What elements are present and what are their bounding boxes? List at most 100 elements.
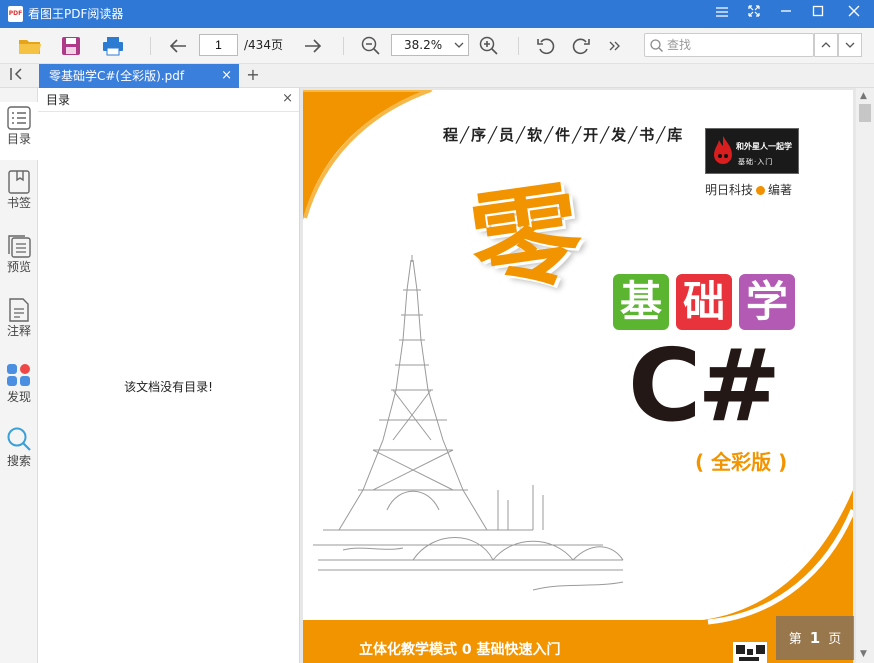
thumbnails-icon: [8, 235, 31, 258]
rail-item-label: 目录: [6, 132, 31, 146]
rail-item-label: 书签: [6, 196, 31, 210]
new-tab-button[interactable]: +: [245, 64, 261, 88]
author-role: 编著: [768, 183, 793, 197]
outline-panel-header: 目录 ×: [38, 88, 299, 112]
zoom-select[interactable]: 38.2%: [391, 34, 469, 56]
chevron-down-icon: [454, 42, 464, 48]
expand-icon: [748, 5, 760, 17]
main-toolbar: /434页 38.2%: [0, 28, 874, 64]
hamburger-icon: [716, 7, 728, 17]
outline-empty-message: 该文档没有目录!: [124, 380, 213, 394]
more-tools-button[interactable]: [602, 33, 628, 59]
rail-item-label: 搜索: [6, 454, 31, 468]
rail-item-search[interactable]: 搜索: [0, 422, 38, 480]
title-char-ling: 零: [462, 166, 590, 311]
rotate-left-button[interactable]: [533, 33, 559, 59]
toolbar-separator: [518, 37, 519, 55]
search-icon: [650, 39, 663, 52]
app-logo-icon: PDF: [8, 6, 23, 22]
eiffel-tower-illustration: [313, 255, 624, 591]
minimize-icon: [781, 10, 791, 12]
fullscreen-button[interactable]: [738, 0, 770, 28]
chevron-up-icon: [821, 42, 831, 48]
publisher-logo-line2: 基础·入门: [738, 158, 774, 166]
folder-icon: [19, 40, 41, 54]
rail-item-discover[interactable]: 发现: [0, 358, 38, 416]
publisher-logo-line1: 和外星人一起学: [736, 142, 792, 151]
title-language: C#: [628, 327, 781, 444]
title-char-xue: 学: [739, 274, 795, 330]
series-title: 程╱序╱员╱软╱件╱开╱发╱书╱库: [443, 126, 685, 144]
previous-page-button[interactable]: [165, 33, 191, 59]
page-number-input[interactable]: [199, 34, 238, 56]
vertical-scrollbar[interactable]: ▲ ▼: [856, 88, 874, 663]
zoom-out-icon: [361, 36, 380, 55]
rail-item-label: 发现: [6, 390, 31, 404]
search-input[interactable]: [667, 36, 807, 54]
edition-label: ( 全彩版 ): [695, 450, 788, 474]
title-char-ji: 基: [613, 274, 669, 330]
rail-item-label: 注释: [6, 324, 31, 338]
close-panel-button[interactable]: ×: [282, 91, 293, 106]
next-page-button[interactable]: [300, 33, 326, 59]
rail-item-annotation[interactable]: 注释: [0, 294, 38, 352]
print-button[interactable]: [100, 33, 126, 59]
pdf-page[interactable]: 程╱序╱员╱软╱件╱开╱发╱书╱库 和外星人一起学 基础·入门 明日科技 编著 零…: [303, 90, 853, 663]
scroll-up-arrow-icon[interactable]: ▲: [860, 91, 867, 101]
page-indicator-prefix: 第: [788, 632, 802, 647]
arrow-left-icon: [169, 39, 186, 53]
document-viewer[interactable]: 程╱序╱员╱软╱件╱开╱发╱书╱库 和外星人一起学 基础·入门 明日科技 编著 零…: [300, 88, 874, 663]
collapse-sidebar-button[interactable]: [9, 67, 29, 85]
close-window-button[interactable]: [838, 0, 870, 28]
minimize-button[interactable]: [770, 0, 802, 28]
open-file-button[interactable]: [17, 33, 43, 59]
bookmark-icon: [8, 170, 30, 194]
page-indicator-suffix: 页: [828, 632, 842, 647]
page-indicator-number: 1: [809, 629, 821, 647]
save-icon: [62, 37, 80, 55]
rotate-right-button[interactable]: [568, 33, 594, 59]
close-icon: [848, 5, 860, 17]
zoom-in-button[interactable]: [476, 33, 502, 59]
annotation-icon: [9, 298, 29, 322]
author-name: 明日科技: [705, 183, 754, 197]
left-rail: 目录 书签 预览 注释 发现 搜索: [0, 88, 38, 663]
arrow-right-icon: [305, 39, 322, 53]
outline-icon: [7, 106, 31, 130]
save-button[interactable]: [58, 33, 84, 59]
maximize-icon: [812, 5, 824, 17]
discover-icon: [7, 364, 30, 386]
document-tab-bar: 零基础学C#(全彩版).pdf × +: [0, 64, 874, 88]
search-box: [644, 33, 814, 57]
search-previous-button[interactable]: [814, 33, 838, 57]
close-tab-button[interactable]: ×: [221, 64, 232, 88]
chevron-down-icon: [845, 42, 855, 48]
search-next-button[interactable]: [838, 33, 862, 57]
scrollbar-thumb[interactable]: [859, 104, 871, 122]
zoom-in-icon: [479, 36, 498, 55]
collapse-left-icon: [10, 68, 22, 80]
author-line: 明日科技 编著: [705, 181, 792, 198]
outline-panel-title: 目录: [46, 93, 71, 107]
document-tab-label: 零基础学C#(全彩版).pdf: [49, 69, 185, 83]
page-total-label: /434页: [244, 38, 283, 52]
rail-item-bookmark[interactable]: 书签: [0, 166, 38, 224]
document-tab[interactable]: 零基础学C#(全彩版).pdf ×: [39, 64, 239, 88]
zoom-value: 38.2%: [404, 38, 443, 52]
toolbar-separator: [343, 37, 344, 55]
page-indicator: 第1页: [776, 616, 854, 660]
scroll-down-arrow-icon[interactable]: ▼: [860, 649, 867, 659]
rail-item-label: 预览: [6, 260, 31, 274]
double-chevron-right-icon: [609, 41, 620, 51]
printer-icon: [103, 37, 123, 56]
title-bar: PDF 看图王PDF阅读器: [0, 0, 874, 28]
rail-item-outline[interactable]: 目录: [0, 102, 38, 160]
rail-item-thumbnails[interactable]: 预览: [0, 230, 38, 288]
bullet-icon: [756, 186, 766, 195]
zoom-out-button[interactable]: [358, 33, 384, 59]
toolbar-separator: [150, 37, 151, 55]
window-title: 看图王PDF阅读器: [28, 7, 124, 21]
menu-button[interactable]: [706, 0, 738, 28]
flame-icon: [714, 136, 732, 164]
maximize-button[interactable]: [802, 0, 834, 28]
